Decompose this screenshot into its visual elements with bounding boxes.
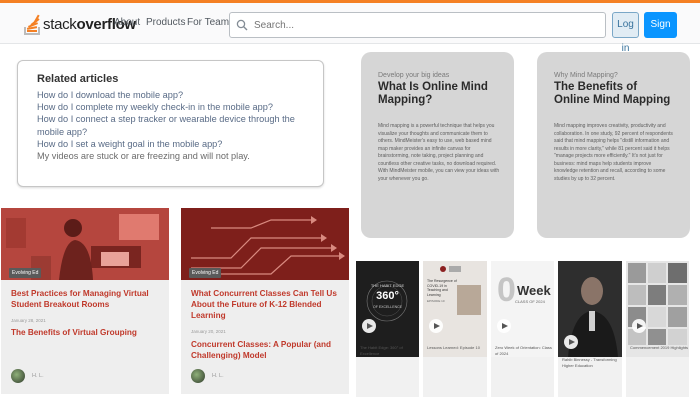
nav-products[interactable]: Products	[146, 17, 185, 28]
info-card-benefits: Why Mind Mapping? The Benefits of Online…	[537, 52, 690, 238]
article-card[interactable]: Evolving Ed Best Practices for Managing …	[1, 208, 169, 394]
play-icon[interactable]	[632, 319, 646, 333]
info-body: Mind mapping improves creativity, produc…	[554, 123, 673, 182]
article-date: January 20, 2021	[191, 329, 226, 334]
video-thumbnail: THE HABIT EDGE 360° OF EXCELLENCE	[356, 261, 419, 357]
article-title[interactable]: What Concurrent Classes Can Tell Us Abou…	[191, 288, 341, 321]
video-card[interactable]: Rahib Binnessy - Transforming Higher Edu…	[558, 261, 622, 397]
video-thumbnail: The Resurgence of COVID-19 in Teaching a…	[423, 261, 487, 357]
video-caption[interactable]: Zero Week of Orientation: Class of 2024	[495, 345, 554, 356]
thumb-title: THE HABIT EDGE	[370, 283, 405, 288]
stack-icon	[24, 13, 40, 35]
video-thumbnail	[558, 261, 622, 357]
signup-button[interactable]: Sign up	[644, 12, 677, 56]
logo-text-light: stack	[43, 15, 77, 33]
info-card-mind-mapping: Develop your big ideas What Is Online Mi…	[361, 52, 514, 238]
info-title[interactable]: The Benefits of Online Mind Mapping	[554, 81, 676, 107]
thumb-big: 0	[497, 271, 516, 309]
top-bar: stackoverflow About Products For Teams L…	[0, 0, 700, 56]
author-name: H. L.	[32, 373, 44, 379]
article-date: January 28, 2021	[11, 318, 46, 323]
related-articles-title: Related articles	[37, 73, 119, 85]
video-caption[interactable]: The Habit Edge: 360° of Excellence	[360, 345, 419, 356]
play-icon[interactable]	[362, 319, 376, 333]
related-link[interactable]: How do I set a weight goal in the mobile…	[37, 138, 323, 150]
video-caption[interactable]: Lessons Learned: Episode 10	[427, 345, 480, 351]
related-articles-card: Related articles How do I download the m…	[17, 60, 324, 187]
video-caption[interactable]: Commencement 2019 Highlights	[630, 345, 688, 351]
related-link[interactable]: My videos are stuck or are freezing and …	[37, 150, 323, 162]
video-thumbnail: 0 Week CLASS OF 2024	[491, 261, 554, 357]
thumb-sub: CLASS OF 2024	[515, 299, 545, 304]
info-body: Mind mapping is a powerful technique tha…	[378, 123, 500, 182]
thumb-big: 360°	[376, 290, 399, 302]
video-card[interactable]: 0 Week CLASS OF 2024 Zero Week of Orient…	[491, 261, 554, 397]
article-subtitle[interactable]: Concurrent Classes: A Popular (and Chall…	[191, 339, 341, 361]
author-name: H. L.	[212, 373, 224, 379]
page: stackoverflow About Products For Teams L…	[0, 0, 700, 400]
play-icon[interactable]	[429, 319, 443, 333]
avatar	[191, 369, 205, 383]
video-card[interactable]: Commencement 2019 Highlights	[626, 261, 689, 397]
video-card[interactable]: THE HABIT EDGE 360° OF EXCELLENCE The Ha…	[356, 261, 419, 397]
related-link[interactable]: How do I connect a step tracker or weara…	[37, 113, 323, 137]
related-link[interactable]: How do I download the mobile app?	[37, 89, 323, 101]
nav-about[interactable]: About	[114, 17, 140, 28]
video-thumbnail	[626, 261, 689, 357]
article-subtitle[interactable]: The Benefits of Virtual Grouping	[11, 327, 161, 338]
article-card[interactable]: Evolving Ed What Concurrent Classes Can …	[181, 208, 349, 394]
article-tag[interactable]: Evolving Ed	[9, 268, 42, 278]
article-tag[interactable]: Evolving Ed	[189, 268, 222, 278]
thumb-title: Week	[517, 283, 551, 298]
info-kicker: Develop your big ideas	[378, 72, 450, 79]
info-title[interactable]: What Is Online Mind Mapping?	[378, 81, 500, 107]
thumb-sub: OF EXCELLENCE	[373, 305, 402, 309]
article-title[interactable]: Best Practices for Managing Virtual Stud…	[11, 288, 161, 310]
thumb-title: The Resurgence of COVID-19 in Teaching a…	[427, 279, 457, 297]
login-button[interactable]: Log in	[612, 12, 639, 54]
search-box[interactable]	[229, 12, 606, 38]
thumb-sub: EPISODE 10	[427, 299, 445, 303]
play-icon[interactable]	[497, 319, 511, 333]
video-caption[interactable]: Rahib Binnessy - Transforming Higher Edu…	[562, 357, 622, 368]
search-input[interactable]	[254, 16, 594, 34]
nav-for-teams[interactable]: For Teams	[187, 17, 234, 28]
related-link[interactable]: How do I complete my weekly check-in in …	[37, 101, 323, 113]
video-card[interactable]: The Resurgence of COVID-19 in Teaching a…	[423, 261, 487, 397]
info-kicker: Why Mind Mapping?	[554, 72, 618, 79]
search-icon	[236, 19, 248, 31]
play-icon[interactable]	[564, 335, 578, 349]
avatar	[11, 369, 25, 383]
